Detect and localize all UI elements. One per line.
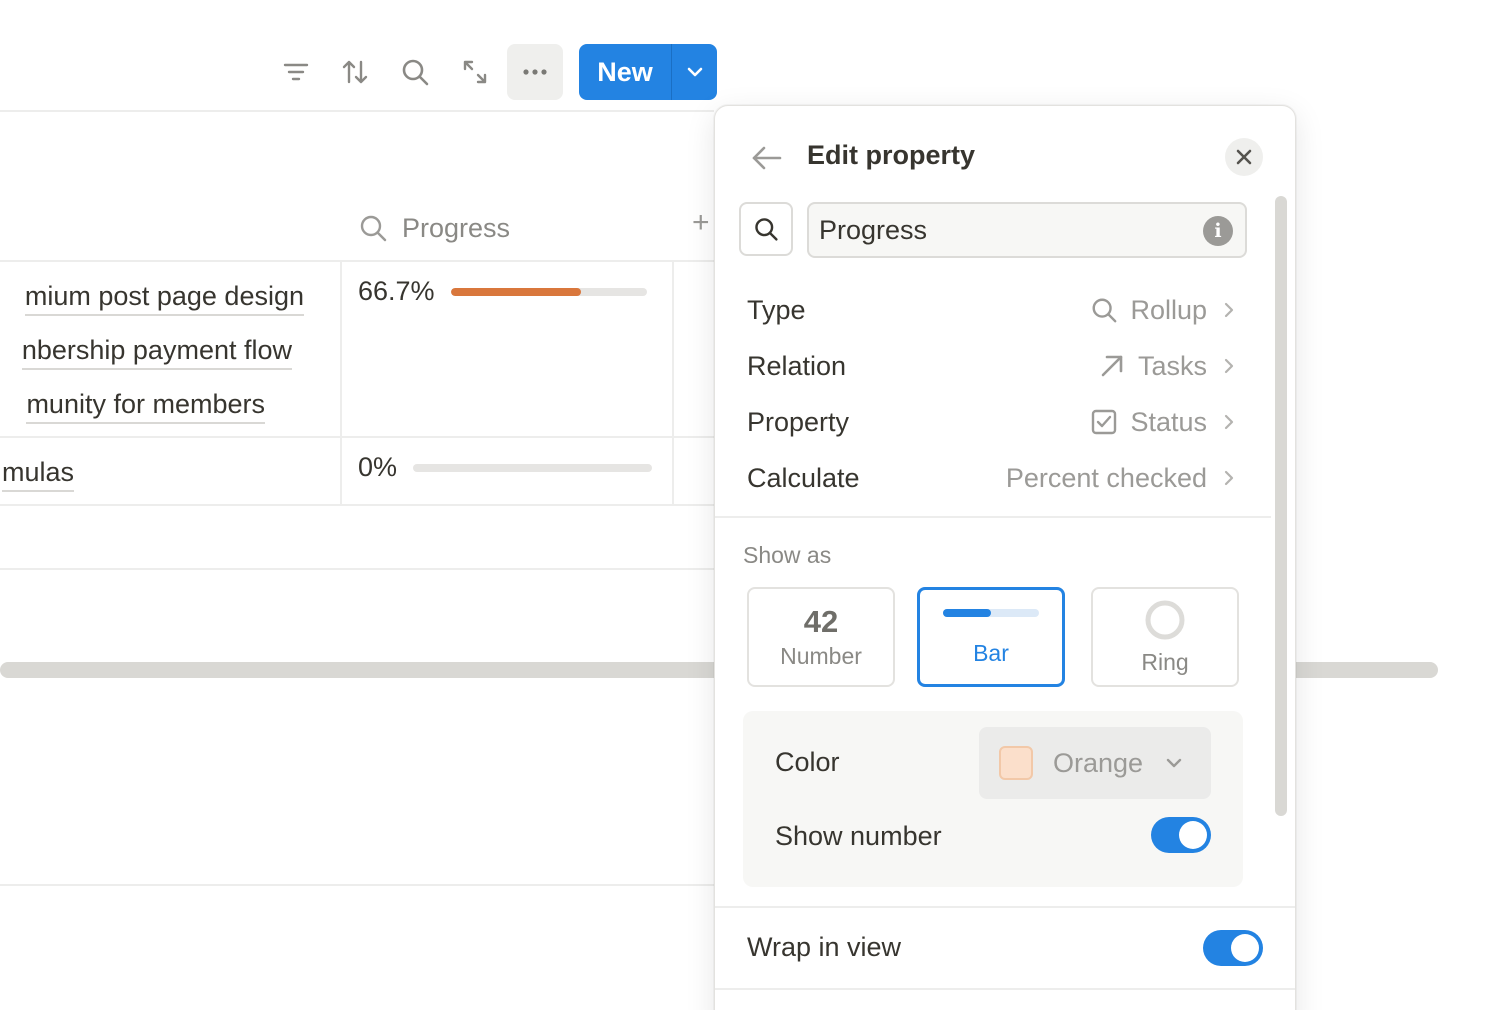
toolbar-divider: [0, 110, 714, 112]
task-link[interactable]: munity for members: [26, 386, 265, 424]
property-row[interactable]: Property Status: [747, 398, 1239, 446]
show-as-bar-option[interactable]: Bar: [917, 587, 1065, 687]
info-icon[interactable]: i: [1203, 216, 1233, 246]
new-button-label[interactable]: New: [579, 44, 671, 100]
add-column-icon[interactable]: +: [692, 206, 710, 240]
show-as-ring-option[interactable]: Ring: [1091, 587, 1239, 687]
relation-label: Relation: [747, 350, 847, 381]
column-header-label: Progress: [402, 212, 511, 243]
panel-title: Edit property: [807, 140, 976, 170]
property-label: Property: [747, 406, 850, 437]
progress-bar-fill: [450, 287, 582, 296]
filter-icon[interactable]: [268, 44, 324, 100]
chevron-right-icon: [1224, 414, 1234, 430]
option-label: Bar: [973, 639, 1009, 666]
progress-bar: [413, 463, 653, 472]
property-icon-button[interactable]: [739, 202, 793, 256]
column-header-progress[interactable]: Progress: [358, 206, 510, 250]
panel-divider: [715, 516, 1271, 518]
wrap-label: Wrap in view: [747, 932, 902, 962]
chevron-down-icon[interactable]: [672, 44, 717, 100]
calculate-label: Calculate: [747, 462, 860, 493]
calculate-value: Percent checked: [1005, 462, 1207, 493]
checkbox-icon: [1092, 409, 1117, 435]
column-divider: [672, 262, 674, 504]
type-row[interactable]: Type Rollup: [747, 286, 1239, 334]
search-icon: [755, 218, 778, 241]
number-preview: 42: [803, 603, 839, 639]
type-label: Type: [747, 294, 806, 325]
color-swatch: [999, 746, 1033, 780]
calculate-row[interactable]: Calculate Percent checked: [747, 454, 1239, 502]
sort-icon[interactable]: [327, 44, 383, 100]
progress-cell[interactable]: 66.7%: [358, 276, 647, 307]
panel-divider: [715, 906, 1295, 908]
color-select[interactable]: Orange: [979, 727, 1211, 799]
expand-icon[interactable]: [447, 44, 503, 100]
panel-divider: [715, 988, 1295, 990]
progress-cell[interactable]: 0%: [358, 452, 653, 483]
bar-settings: Color Orange Show number: [743, 711, 1243, 887]
section-divider: [0, 884, 714, 886]
property-name-input[interactable]: [807, 202, 1247, 258]
chevron-right-icon: [1224, 470, 1234, 486]
close-icon[interactable]: [1225, 138, 1263, 176]
bar-preview-icon: [943, 608, 1039, 617]
property-value: Status: [1130, 406, 1207, 437]
progress-value: 66.7%: [358, 276, 435, 306]
color-value: Orange: [1053, 747, 1144, 778]
row-divider: [0, 504, 714, 506]
color-label: Color: [775, 747, 840, 777]
chevron-right-icon: [1224, 302, 1234, 318]
arrow-up-right-icon: [1101, 355, 1123, 377]
show-as-number-option[interactable]: 42 Number: [747, 587, 895, 687]
row-divider: [0, 568, 714, 570]
search-icon: [1092, 298, 1117, 323]
task-link[interactable]: mulas: [1, 454, 74, 492]
tasks-cell: mium post page design nbership payment f…: [0, 262, 340, 502]
relation-value: Tasks: [1137, 350, 1207, 381]
type-value: Rollup: [1130, 294, 1207, 325]
show-as-label: Show as: [743, 542, 832, 568]
wrap-toggle[interactable]: [1203, 930, 1263, 966]
option-label: Ring: [1141, 648, 1189, 675]
relation-row[interactable]: Relation Tasks: [747, 342, 1239, 390]
chevron-right-icon: [1224, 358, 1234, 374]
new-button[interactable]: New: [579, 44, 717, 100]
database-view: New Progress + mium post page design nbe…: [0, 0, 1498, 1010]
progress-value: 0%: [358, 452, 398, 482]
chevron-down-icon: [1166, 758, 1182, 768]
back-arrow-icon[interactable]: [749, 140, 785, 176]
more-icon[interactable]: [507, 44, 563, 100]
search-icon[interactable]: [387, 44, 443, 100]
edit-property-panel: Edit property i Type Rollup Relation Tas…: [714, 105, 1296, 1010]
task-link[interactable]: nbership payment flow: [21, 332, 292, 370]
show-number-label: Show number: [775, 821, 942, 851]
vertical-scrollbar[interactable]: [1275, 196, 1287, 816]
search-icon: [360, 215, 387, 242]
task-link[interactable]: mium post page design: [24, 278, 304, 316]
show-number-toggle[interactable]: [1151, 817, 1211, 853]
progress-bar: [450, 287, 647, 296]
column-divider: [340, 262, 342, 504]
option-label: Number: [780, 642, 862, 669]
ring-preview-icon: [1145, 600, 1185, 639]
